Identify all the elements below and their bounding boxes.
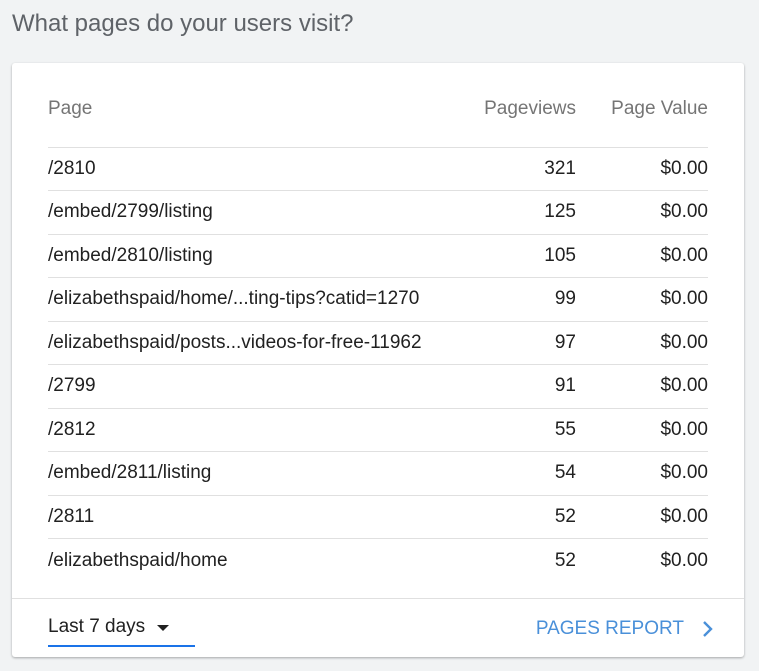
table-row: /elizabethspaid/home/...ting-tips?catid=… [48, 277, 708, 322]
pages-table: Page Pageviews Page Value /2810 321 $0.00/… [48, 87, 708, 582]
page-cell[interactable]: /2810 [48, 147, 468, 191]
pages-report-label: PAGES REPORT [535, 618, 684, 639]
table-row: /elizabethspaid/home 52 $0.00 [48, 539, 708, 583]
page-value-cell: $0.00 [660, 549, 708, 571]
column-header-pageviews: Pageviews [468, 87, 576, 148]
caret-down-icon [157, 625, 169, 631]
page-cell[interactable]: /2812 [48, 408, 468, 452]
table-row: /2811 52 $0.00 [48, 495, 708, 539]
pageviews-cell: 91 [468, 364, 576, 409]
pageviews-cell: 97 [468, 321, 576, 365]
pageviews-cell: 52 [468, 495, 576, 539]
page-cell[interactable]: /elizabethspaid/posts...videos-for-free-… [48, 321, 468, 365]
table-row: /embed/2811/listing 54 $0.00 [48, 451, 708, 496]
pageviews-cell: 105 [468, 234, 576, 278]
column-header-page-value: Page Value [576, 87, 708, 148]
page-value-cell: $0.00 [576, 234, 708, 278]
page-title: What pages do your users visit? [12, 10, 354, 37]
page-cell[interactable]: /elizabethspaid/home [48, 539, 468, 583]
table-row: /2812 55 $0.00 [48, 408, 708, 452]
page-value-cell: $0.00 [576, 408, 708, 452]
date-range-label: Last 7 days [48, 616, 146, 637]
pageviews-cell: 125 [468, 190, 576, 235]
page-cell[interactable]: /elizabethspaid/home/...ting-tips?catid=… [48, 277, 468, 322]
page-value-cell: $0.00 [576, 364, 708, 409]
pageviews-cell: 99 [468, 277, 576, 322]
page-cell[interactable]: /embed/2811/listing [48, 451, 468, 496]
page-value-cell: $0.00 [576, 321, 708, 365]
table-body: /2810 321 $0.00/embed/2799/listing 125 $0.00… [48, 147, 708, 582]
card-footer: Last 7 days PAGES REPORT [12, 598, 744, 658]
column-header-page: Page [48, 87, 468, 148]
page-cell[interactable]: /2811 [48, 495, 468, 539]
table-header-row: Page Pageviews Page Value [48, 87, 708, 148]
table-row: /embed/2799/listing 125 $0.00 [48, 190, 708, 235]
top-pages-card: Page Pageviews Page Value /2810 321 $0.00/… [12, 63, 744, 657]
table-row: /2799 91 $0.00 [48, 364, 708, 409]
page-value-cell: $0.00 [576, 190, 708, 235]
date-range-dropdown[interactable]: Last 7 days [48, 616, 195, 647]
pageviews-cell: 54 [468, 451, 576, 496]
pageviews-cell: 321 [468, 147, 576, 191]
pages-report-link[interactable]: PAGES REPORT [536, 618, 714, 640]
page-cell[interactable]: /2799 [48, 364, 468, 409]
chevron-right-icon [703, 621, 713, 637]
table-row: /elizabethspaid/posts...videos-for-free-… [48, 321, 708, 365]
page-value-cell: $0.00 [576, 495, 708, 539]
page-value-cell: $0.00 [576, 277, 708, 322]
pageviews-cell: 55 [468, 408, 576, 452]
pageviews-cell: 52 [554, 549, 576, 571]
table-row: /embed/2810/listing 105 $0.00 [48, 234, 708, 278]
page-value-cell: $0.00 [576, 147, 708, 191]
page-cell[interactable]: /embed/2810/listing [48, 234, 468, 278]
table-row: /2810 321 $0.00 [48, 147, 708, 191]
page-value-cell: $0.00 [576, 451, 708, 496]
page-cell[interactable]: /embed/2799/listing [48, 190, 468, 235]
